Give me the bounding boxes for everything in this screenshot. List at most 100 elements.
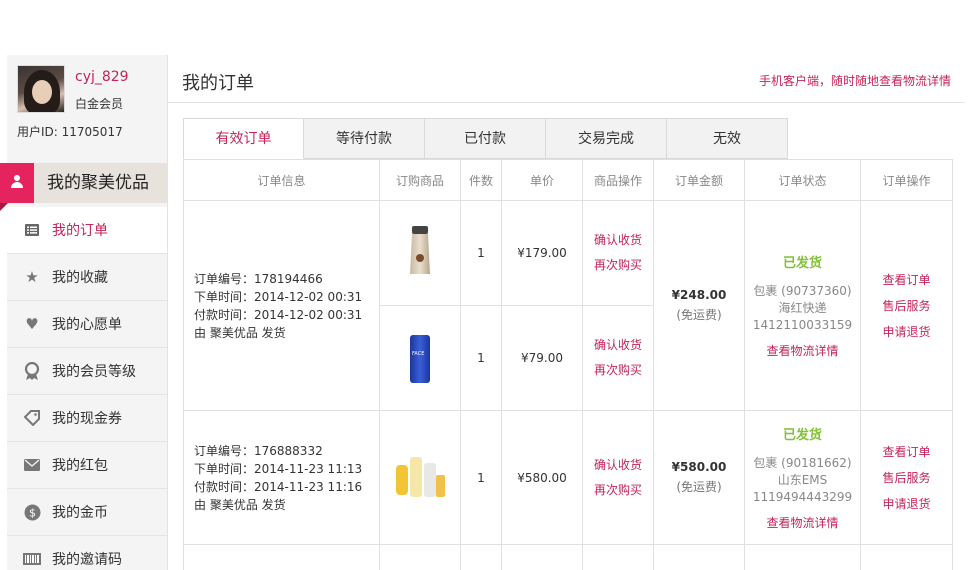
sidebar-item-label: 我的心愿单	[52, 317, 122, 333]
buy-again-link[interactable]: 再次购买	[583, 478, 653, 503]
after-sales-link[interactable]: 售后服务	[861, 293, 952, 319]
svg-text:$: $	[29, 506, 36, 519]
sidebar-item-wishlist[interactable]: ♥ 我的心愿单	[7, 301, 167, 348]
empty-cell	[460, 544, 502, 570]
column-header: 订购商品	[379, 159, 461, 201]
pay-time: 付款时间：2014-11-23 11:16	[194, 479, 363, 494]
order-amount-cell: ¥580.00 (免运费)	[653, 410, 745, 545]
tab-awaiting-payment[interactable]: 等待付款	[304, 118, 425, 159]
tab-valid-orders[interactable]: 有效订单	[183, 118, 304, 159]
carrier-name: 山东EMS	[777, 473, 828, 487]
product-thumbnail[interactable]	[398, 224, 442, 282]
envelope-icon	[23, 456, 41, 474]
order-time: 下单时间：2014-12-02 00:31	[194, 289, 363, 304]
sidebar-item-red-envelope[interactable]: 我的红包	[7, 442, 167, 489]
order-amount: ¥580.00	[671, 460, 727, 474]
username-link[interactable]: cyj_829	[75, 69, 129, 85]
sidebar-item-orders[interactable]: 我的订单	[7, 207, 167, 254]
request-return-link[interactable]: 申请退货	[861, 491, 952, 517]
empty-cell	[379, 544, 461, 570]
sidebar-item-coins[interactable]: $ 我的金币	[7, 489, 167, 536]
carrier-name: 海红快递	[778, 301, 827, 315]
confirm-receipt-link[interactable]: 确认收货	[583, 453, 653, 478]
product-cell	[379, 410, 461, 545]
order-amount-cell: ¥248.00 (免运费)	[653, 200, 745, 411]
sidebar-item-invite-code[interactable]: 我的邀请码	[7, 536, 167, 570]
tracking-number: 1119494443299	[752, 490, 853, 504]
order-info: 订单编号：176888332 下单时间：2014-11-23 11:13 付款时…	[183, 410, 380, 545]
user-id: 用户ID: 11705017	[17, 125, 123, 139]
price-cell: ¥179.00	[501, 200, 583, 306]
brand-title: 我的聚美优品	[34, 163, 168, 203]
sidebar-item-member-level[interactable]: 我的会员等级	[7, 348, 167, 395]
table-row: 订单编号：176888332 下单时间：2014-11-23 11:13 付款时…	[183, 410, 953, 545]
item-actions: 确认收货 再次购买	[582, 305, 654, 411]
view-logistics-link[interactable]: 查看物流详情	[745, 342, 860, 359]
order-number: 订单编号：176888332	[194, 443, 323, 458]
request-return-link[interactable]: 申请退货	[861, 319, 952, 345]
tab-completed[interactable]: 交易完成	[546, 118, 667, 159]
sidebar-nav: 我的订单 ★ 我的收藏 ♥ 我的心愿单 我的会员等级 我的现金券 我的红包 $ …	[7, 207, 167, 570]
brand-header: 我的聚美优品	[0, 163, 168, 211]
empty-cell	[183, 544, 380, 570]
order-tabs: 有效订单 等待付款 已付款 交易完成 无效	[183, 118, 788, 159]
column-header: 单价	[501, 159, 583, 201]
empty-cell	[653, 544, 745, 570]
tab-paid[interactable]: 已付款	[425, 118, 546, 159]
empty-cell	[582, 544, 654, 570]
product-cell	[379, 200, 461, 306]
heart-icon: ♥	[25, 315, 39, 333]
shipper: 由 聚美优品 发货	[194, 497, 286, 512]
barcode-icon	[23, 550, 41, 568]
tracking-number: 1412110033159	[752, 318, 853, 332]
product-thumbnail[interactable]	[398, 329, 442, 387]
confirm-receipt-link[interactable]: 确认收货	[583, 333, 653, 358]
sidebar-item-label: 我的订单	[52, 223, 108, 239]
sidebar-item-label: 我的金币	[52, 505, 108, 521]
price-cell: ¥79.00	[501, 305, 583, 411]
view-order-link[interactable]: 查看订单	[861, 267, 952, 293]
sidebar-item-coupons[interactable]: 我的现金券	[7, 395, 167, 442]
item-actions: 确认收货 再次购买	[582, 200, 654, 306]
qty-cell: 1	[460, 410, 502, 545]
main-content: 我的订单 手机客户端，随时随地查看物流详情 有效订单 等待付款 已付款 交易完成…	[168, 55, 965, 570]
product-thumbnail[interactable]	[392, 449, 448, 507]
price-cell: ¥580.00	[501, 410, 583, 545]
order-time: 下单时间：2014-11-23 11:13	[194, 461, 363, 476]
dollar-coin-icon: $	[23, 503, 41, 521]
sidebar-item-label: 我的邀请码	[52, 552, 122, 568]
list-icon	[23, 221, 41, 239]
column-header: 订单金额	[653, 159, 745, 201]
after-sales-link[interactable]: 售后服务	[861, 465, 952, 491]
mobile-client-link[interactable]: 手机客户端，随时随地查看物流详情	[759, 72, 951, 89]
shipping-fee: (免运费)	[676, 308, 722, 322]
table-row	[183, 544, 953, 570]
star-icon: ★	[25, 268, 39, 286]
tab-invalid[interactable]: 无效	[667, 118, 788, 159]
avatar[interactable]	[17, 65, 65, 113]
sidebar-item-label: 我的收藏	[52, 270, 108, 286]
order-info: 订单编号：178194466 下单时间：2014-12-02 00:31 付款时…	[183, 200, 380, 411]
buy-again-link[interactable]: 再次购买	[583, 253, 653, 278]
status-badge: 已发货	[782, 256, 822, 271]
qty-cell: 1	[460, 305, 502, 411]
view-order-link[interactable]: 查看订单	[861, 439, 952, 465]
table-row: 订单编号：178194466 下单时间：2014-12-02 00:31 付款时…	[183, 200, 953, 411]
buy-again-link[interactable]: 再次购买	[583, 358, 653, 383]
sidebar-item-label: 我的会员等级	[52, 364, 136, 380]
order-number: 订单编号：178194466	[194, 271, 323, 286]
confirm-receipt-link[interactable]: 确认收货	[583, 228, 653, 253]
package-id: 包裹 (90181662)	[753, 456, 852, 470]
order-status-cell: 已发货 包裹 (90181662) 山东EMS 1119494443299 查看…	[744, 410, 861, 545]
divider	[168, 102, 965, 103]
page-title: 我的订单	[182, 73, 254, 94]
sidebar-item-favorites[interactable]: ★ 我的收藏	[7, 254, 167, 301]
order-amount: ¥248.00	[671, 288, 727, 302]
order-actions: 查看订单 售后服务 申请退货	[860, 200, 953, 411]
column-header: 订单信息	[183, 159, 380, 201]
empty-cell	[744, 544, 861, 570]
item-actions: 确认收货 再次购买	[582, 410, 654, 545]
view-logistics-link[interactable]: 查看物流详情	[745, 514, 860, 531]
column-header: 订单状态	[744, 159, 861, 201]
sidebar-item-label: 我的红包	[52, 458, 108, 474]
